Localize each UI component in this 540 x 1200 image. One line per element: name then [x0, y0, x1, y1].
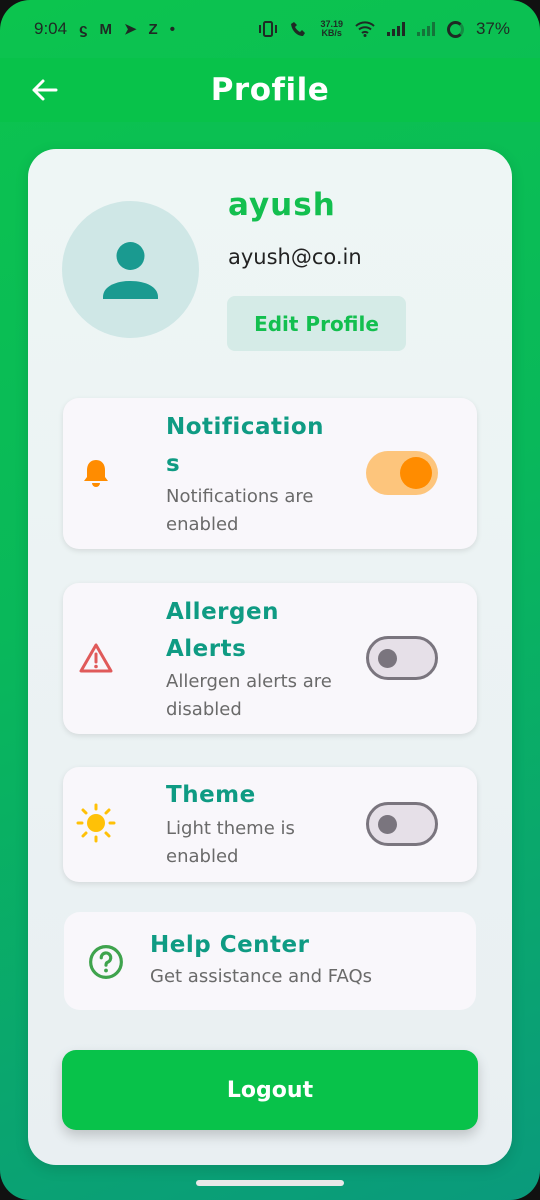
setting-subtitle: Light theme is enabled — [166, 818, 295, 867]
edit-profile-button[interactable]: Edit Profile — [227, 296, 406, 351]
user-email: ayush@co.in — [228, 245, 362, 269]
setting-subtitle: Notifications are enabled — [166, 486, 314, 535]
setting-card-theme: Theme Light theme is enabled — [63, 767, 477, 882]
wifi-icon — [355, 21, 375, 37]
setting-title: Notification s — [166, 414, 325, 477]
back-button[interactable] — [24, 70, 64, 110]
theme-toggle[interactable] — [366, 802, 438, 846]
status-left: 9:04 ϛ M ➤ Z • — [34, 19, 175, 39]
speed-unit: KB/s — [321, 28, 342, 38]
setting-title: Theme — [166, 782, 256, 808]
bell-icon — [84, 460, 108, 487]
dot-icon: • — [169, 20, 175, 38]
warning-icon — [79, 643, 113, 673]
person-icon — [103, 242, 158, 299]
vibrate-icon — [259, 21, 278, 37]
toggle-knob — [400, 457, 432, 489]
logout-button[interactable]: Logout — [62, 1050, 478, 1130]
help-center-item[interactable]: Help Center Get assistance and FAQs — [64, 912, 476, 1010]
help-center-title: Help Center — [150, 932, 310, 958]
toggle-knob — [378, 649, 397, 668]
arrow-left-icon — [32, 79, 58, 101]
toggle-knob — [378, 815, 397, 834]
user-name: ayush — [228, 187, 336, 223]
status-time: 9:04 — [34, 19, 68, 38]
home-indicator[interactable] — [196, 1180, 344, 1186]
status-bar: 9:04 ϛ M ➤ Z • 37.19 KB/s 37% — [0, 0, 540, 58]
battery-icon — [446, 20, 464, 38]
setting-subtitle: Allergen alerts are disabled — [166, 671, 332, 720]
setting-card-allergen: Allergen Alerts Allergen alerts are disa… — [63, 583, 477, 734]
notification-icon: M — [99, 20, 112, 38]
app-screen: 9:04 ϛ M ➤ Z • 37.19 KB/s 37% Profile ay… — [0, 0, 540, 1200]
setting-title: Allergen Alerts — [166, 599, 279, 662]
page-title: Profile — [210, 72, 330, 108]
network-speed: 37.19 KB/s — [320, 20, 343, 38]
setting-card-notifications: Notification s Notifications are enabled — [63, 398, 477, 549]
app-bar: Profile — [0, 58, 540, 122]
help-circle-icon — [89, 945, 123, 979]
notification-icon: ϛ — [79, 20, 88, 38]
help-center-subtitle: Get assistance and FAQs — [150, 966, 372, 987]
telegram-icon: ➤ — [123, 21, 137, 38]
avatar — [62, 201, 199, 338]
notifications-toggle[interactable] — [366, 451, 438, 495]
signal-icon — [386, 22, 405, 36]
profile-card: ayush ayush@co.in Edit Profile Notificat… — [28, 149, 512, 1165]
sun-icon — [76, 803, 116, 843]
battery-level: 37% — [475, 19, 510, 38]
signal-icon — [416, 22, 435, 36]
status-right: 37.19 KB/s 37% — [258, 19, 510, 39]
notification-icon: Z — [148, 20, 158, 38]
call-icon — [291, 22, 306, 36]
allergen-alerts-toggle[interactable] — [366, 636, 438, 680]
